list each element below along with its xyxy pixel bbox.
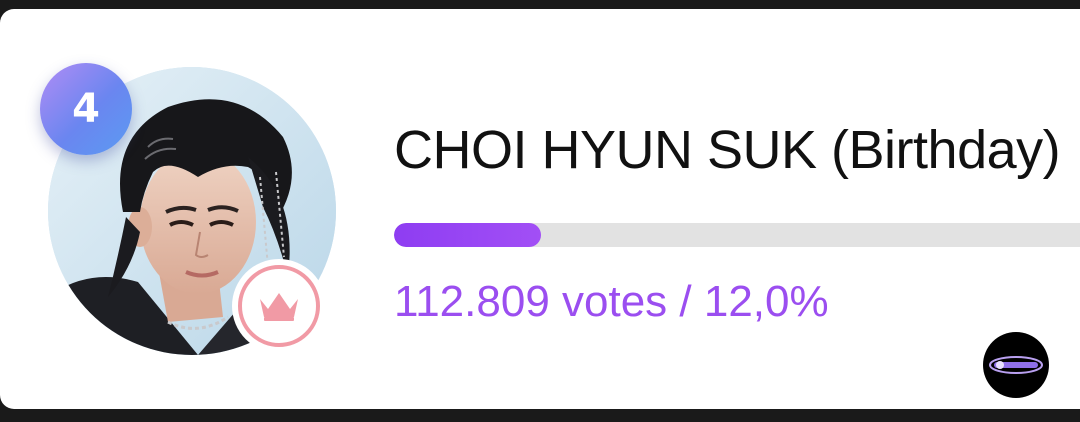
watermark-icon — [989, 356, 1043, 374]
rank-badge: 4 — [40, 63, 132, 155]
vote-progress-bar — [394, 223, 1080, 247]
crown-icon — [260, 293, 298, 321]
watermark-logo — [983, 332, 1049, 398]
vote-card[interactable]: CHOI HYUN SUK (Birthday) 112.809 votes /… — [0, 9, 1080, 409]
vote-count-text: 112.809 votes / 12,0% — [394, 277, 829, 326]
vote-progress-fill — [394, 223, 541, 247]
candidate-name: CHOI HYUN SUK (Birthday) — [394, 120, 1061, 180]
crown-badge-ring — [238, 265, 320, 347]
crown-badge — [232, 259, 326, 353]
